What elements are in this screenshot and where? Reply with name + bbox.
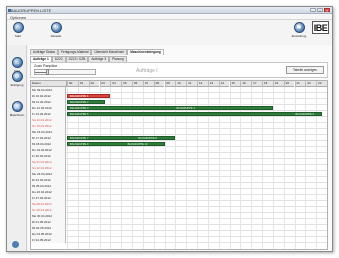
toolbar-refresh-button[interactable]: ↻ Aktuelle [48,22,64,38]
table-row[interactable]: Fr 04.05.2012 [31,237,327,243]
orders-label: Aufträge I [136,68,158,74]
toolbar-start-label: Start [14,34,22,38]
schedule-bar-label: BAUGRUPPE 8 [138,137,157,140]
toolbar-settings-button[interactable]: ✱ Einstellung [291,22,307,38]
schedule-bar-label: BAUGRUPPE 4 [176,107,195,110]
home-icon: ⌂ [12,22,24,33]
nav-item-erfolgung[interactable]: ⚙ Erfolgung [9,71,25,87]
tab-auftraege-status[interactable]: Aufträge Status [30,49,58,55]
tab-uebersicht-maschinen[interactable]: Übersicht Maschinen [91,49,128,55]
schedule-bar-label: BAUGRUPPE 5 [70,113,89,116]
home-icon: ⌂ [11,57,23,68]
info-icon[interactable] [12,241,19,248]
show-table-button[interactable]: Tabelle anzeigen [286,66,324,74]
toolbar-settings-label: Einstellung [291,34,307,38]
left-nav: ⌂ Start ⚙ Erfolgung ▤ Maschinen [7,45,27,251]
title-bar: BAUGRUPPEN LISTE – □ ✕ [7,7,332,14]
tab-maschinenbelegung[interactable]: Maschinenbelegung [127,49,164,55]
main-content: Aufträge Status Fertigungs-Material Über… [28,45,332,251]
schedule-bar[interactable]: BAUGRUPPE 9 BAUGRUPPE 10 [67,142,165,146]
refresh-icon: ↻ [50,22,62,33]
schedule-bar[interactable]: BAUGRUPPE 2 [67,100,105,104]
nav-item-label: Maschinen [9,113,25,117]
schedule-bar-label: BAUGRUPPE 6 [295,113,314,116]
machine-icon: ▤ [11,101,23,112]
schedule-bar-label: BAUGRUPPE 2 [70,101,89,104]
tab-fertigungs-material[interactable]: Fertigungs-Material [57,49,92,55]
schedule-bar-label: BAUGRUPPE 3 [70,107,89,110]
schedule-bar[interactable]: BAUGRUPPE 1 [67,94,111,98]
nav-item-label: Erfolgung [10,83,24,87]
toolbar-start-button[interactable]: ⌂ Start [10,22,26,38]
filter-bar: Zoom Planpläne Aufträge I Tabelle anzeig… [30,62,328,78]
window-controls: – □ ✕ [310,8,330,13]
app-window: BAUGRUPPEN LISTE – □ ✕ Optionen ⌂ Start … [6,6,333,252]
maximize-button[interactable]: □ [317,8,323,13]
settings-icon: ✱ [293,22,305,33]
primary-tabs: Aufträge Status Fertigungs-Material Über… [30,49,164,55]
toolbar-refresh-label: Aktuelle [50,34,62,38]
zoom-label: Zoom Planpläne [34,64,58,68]
close-button[interactable]: ✕ [324,8,330,13]
schedule-bar-label: BAUGRUPPE 10 [127,143,148,146]
machine-schedule-grid: Datum 00 01 02 03 04 05 06 07 08 09 10 11 12 13 14 15 16… [30,80,328,250]
schedule-bar[interactable]: BAUGRUPPE 7 BAUGRUPPE 8 [67,136,176,140]
toolbar: ⌂ Start ↻ Aktuelle ✱ Einstellung [7,20,332,45]
schedule-bar-label: BAUGRUPPE 7 [70,137,89,140]
nav-item-maschinen[interactable]: ▤ Maschinen [9,101,25,117]
schedule-bar[interactable]: BAUGRUPPE 5 BAUGRUPPE 6 [67,112,322,116]
zoom-slider-thumb[interactable] [46,69,50,75]
minimize-button[interactable]: – [310,8,316,13]
zoom-slider[interactable] [34,69,96,75]
schedule-bar[interactable]: BAUGRUPPE 3 BAUGRUPPE 4 [67,106,273,110]
schedule-bar-label: BAUGRUPPE 9 [70,143,89,146]
schedule-bar-label: BAUGRUPPE 1 [70,95,89,98]
company-logo: IBE [312,21,329,34]
window-title: BAUGRUPPEN LISTE [11,8,52,13]
gear-icon: ⚙ [11,71,23,82]
row-date: Fr 04.05.2012 [31,237,66,243]
